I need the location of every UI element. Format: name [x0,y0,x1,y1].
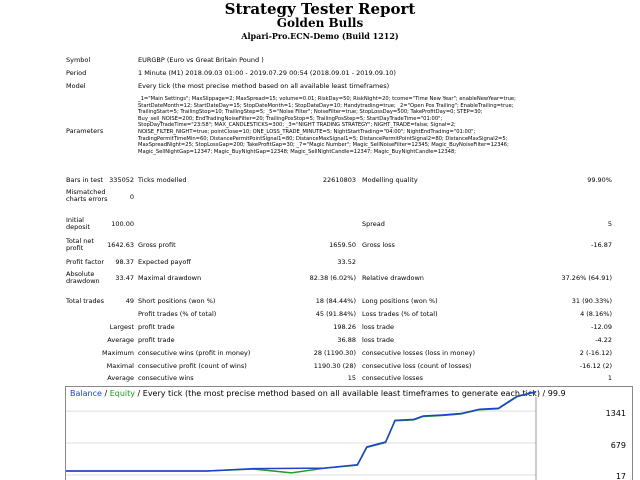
spread-label: Spread [362,220,385,228]
long-positions-value: 31 (90.33%) [571,297,612,305]
relative-drawdown-value: 37.26% (64.91) [561,274,612,282]
max-consec-losses-value: 2 (-16.12) [579,349,612,357]
largest-loss-label: loss trade [362,323,394,331]
chart-plot [66,391,537,480]
average-loss-value: -4.22 [595,336,612,344]
absolute-drawdown-value: 33.47 [115,274,134,282]
largest-profit-value: 198.26 [333,323,356,331]
short-positions-value: 18 (84.44%) [315,297,356,305]
y-tick-label: 1341 [605,409,626,418]
largest-label: Largest [109,323,134,331]
server-name: Alpari-Pro.ECN-Demo (Build 1212) [241,31,399,41]
bars-in-test-value: 335052 [109,176,134,184]
ticks-modelled-value: 22610803 [322,176,356,184]
symbol-label: Symbol [66,56,91,64]
parameters-line: Magic_SellNightGap=12347; Magic_BuyNight… [138,148,456,155]
parameters-line: TradingPermitTimeMin=60; DistancePermitP… [138,135,508,142]
total-trades-value: 49 [125,297,134,305]
relative-drawdown-label: Relative drawdown [362,274,424,282]
bars-in-test-label: Bars in test [66,176,104,184]
maximal-consec-loss-value: -16.12 (2) [579,362,612,370]
profit-trades-value: 45 (91.84%) [315,310,356,318]
period-value: 1 Minute (M1) 2018.09.03 01:00 - 2019.07… [138,69,396,77]
y-tick-label: 679 [610,441,626,450]
parameters-line: StopDayTradeTime="23:58"; MAX_CANDLESTIC… [138,122,456,129]
model-label: Model [66,82,86,90]
parameters-line: TrailingStart=5; TrailingStop=10; Traili… [138,109,483,116]
parameters-line: StartDateMonth=12; StartDateDay=15; Stop… [138,102,514,109]
avg-consec-wins-label: consecutive wins [138,374,194,382]
average-profit-label: profit trade [138,336,175,344]
spread-value: 5 [607,220,612,228]
short-positions-label: Short positions (won %) [138,297,216,305]
expert-name: Golden Bulls [276,16,364,30]
parameters-line: NOISE_FILTER_NIGHT=true; pointClose=10; … [138,128,476,135]
max-consec-losses-label: consecutive losses (loss in money) [362,349,475,357]
parameters-label: Parameters [66,127,104,135]
expected-payoff-value: 33.52 [337,258,356,266]
period-label: Period [66,69,87,77]
parameters-line: _1="Main Settings"; MaxSlippage=2; MaxSp… [138,96,516,102]
total-trades-label: Total trades [66,297,104,305]
max-consec-wins-label: consecutive wins (profit in money) [138,349,251,357]
max-consec-wins-value: 28 (1190.30) [313,349,356,357]
profit-factor-value: 98.37 [115,258,134,266]
gross-loss-label: Gross loss [362,241,395,249]
total-net-profit-value: 1642.63 [107,241,134,249]
average-consec-label: Average [107,374,134,382]
largest-loss-value: -12.09 [591,323,612,331]
avg-consec-losses-value: 1 [607,374,612,382]
maximal-consec-profit-label: consecutive profit (count of wins) [138,362,247,370]
series-line-equity [66,391,537,474]
mismatched-label: Mismatched charts errors [66,188,108,203]
parameters-line: Buy_sell_NOISE=200; EndTradingNoiseFilte… [138,115,443,122]
gross-profit-value: 1659.50 [329,241,356,249]
gross-loss-value: -16.87 [591,241,612,249]
mismatched-value: 0 [129,193,134,201]
avg-consec-losses-label: consecutive losses [362,374,423,382]
average-label: Average [107,336,134,344]
modelling-quality-label: Modelling quality [362,176,418,184]
largest-profit-label: profit trade [138,323,175,331]
gross-profit-label: Gross profit [138,241,176,249]
profit-factor-label: Profit factor [66,258,105,266]
maximal-consec-loss-label: consecutive loss (count of losses) [362,362,472,370]
balance-equity-chart: Balance / Equity / Every tick (the most … [65,386,633,480]
y-tick-label: 17 [615,472,626,480]
initial-deposit-value: 100.00 [111,220,134,228]
initial-deposit-label: Initial deposit [66,216,90,231]
maximal-consec-profit-value: 1190.30 (28) [313,362,356,370]
average-profit-value: 36.88 [337,336,356,344]
parameters-line: MaxSpreadNight=25; StopLossGap=200; Take… [138,142,509,149]
profit-trades-label: Profit trades (% of total) [138,310,217,318]
avg-consec-wins-value: 15 [347,374,356,382]
symbol-value: EURGBP (Euro vs Great Britain Pound ) [138,56,264,64]
loss-trades-label: Loss trades (% of total) [362,310,438,318]
maximal-drawdown-label: Maximal drawdown [138,274,202,282]
model-value: Every tick (the most precise method base… [138,82,390,90]
maximal-drawdown-value: 82.38 (6.02%) [309,274,356,282]
long-positions-label: Long positions (won %) [362,297,438,305]
maximum-label: Maximum [101,349,134,357]
maximal-label: Maximal [106,362,134,370]
modelling-quality-value: 99.90% [587,176,612,184]
average-loss-label: loss trade [362,336,394,344]
ticks-modelled-label: Ticks modelled [138,176,187,184]
expected-payoff-label: Expected payoff [138,258,191,266]
parameters-list: _1="Main Settings"; MaxSlippage=2; MaxSp… [138,96,618,155]
series-line-balance [66,391,537,472]
loss-trades-value: 4 (8.16%) [580,310,612,318]
